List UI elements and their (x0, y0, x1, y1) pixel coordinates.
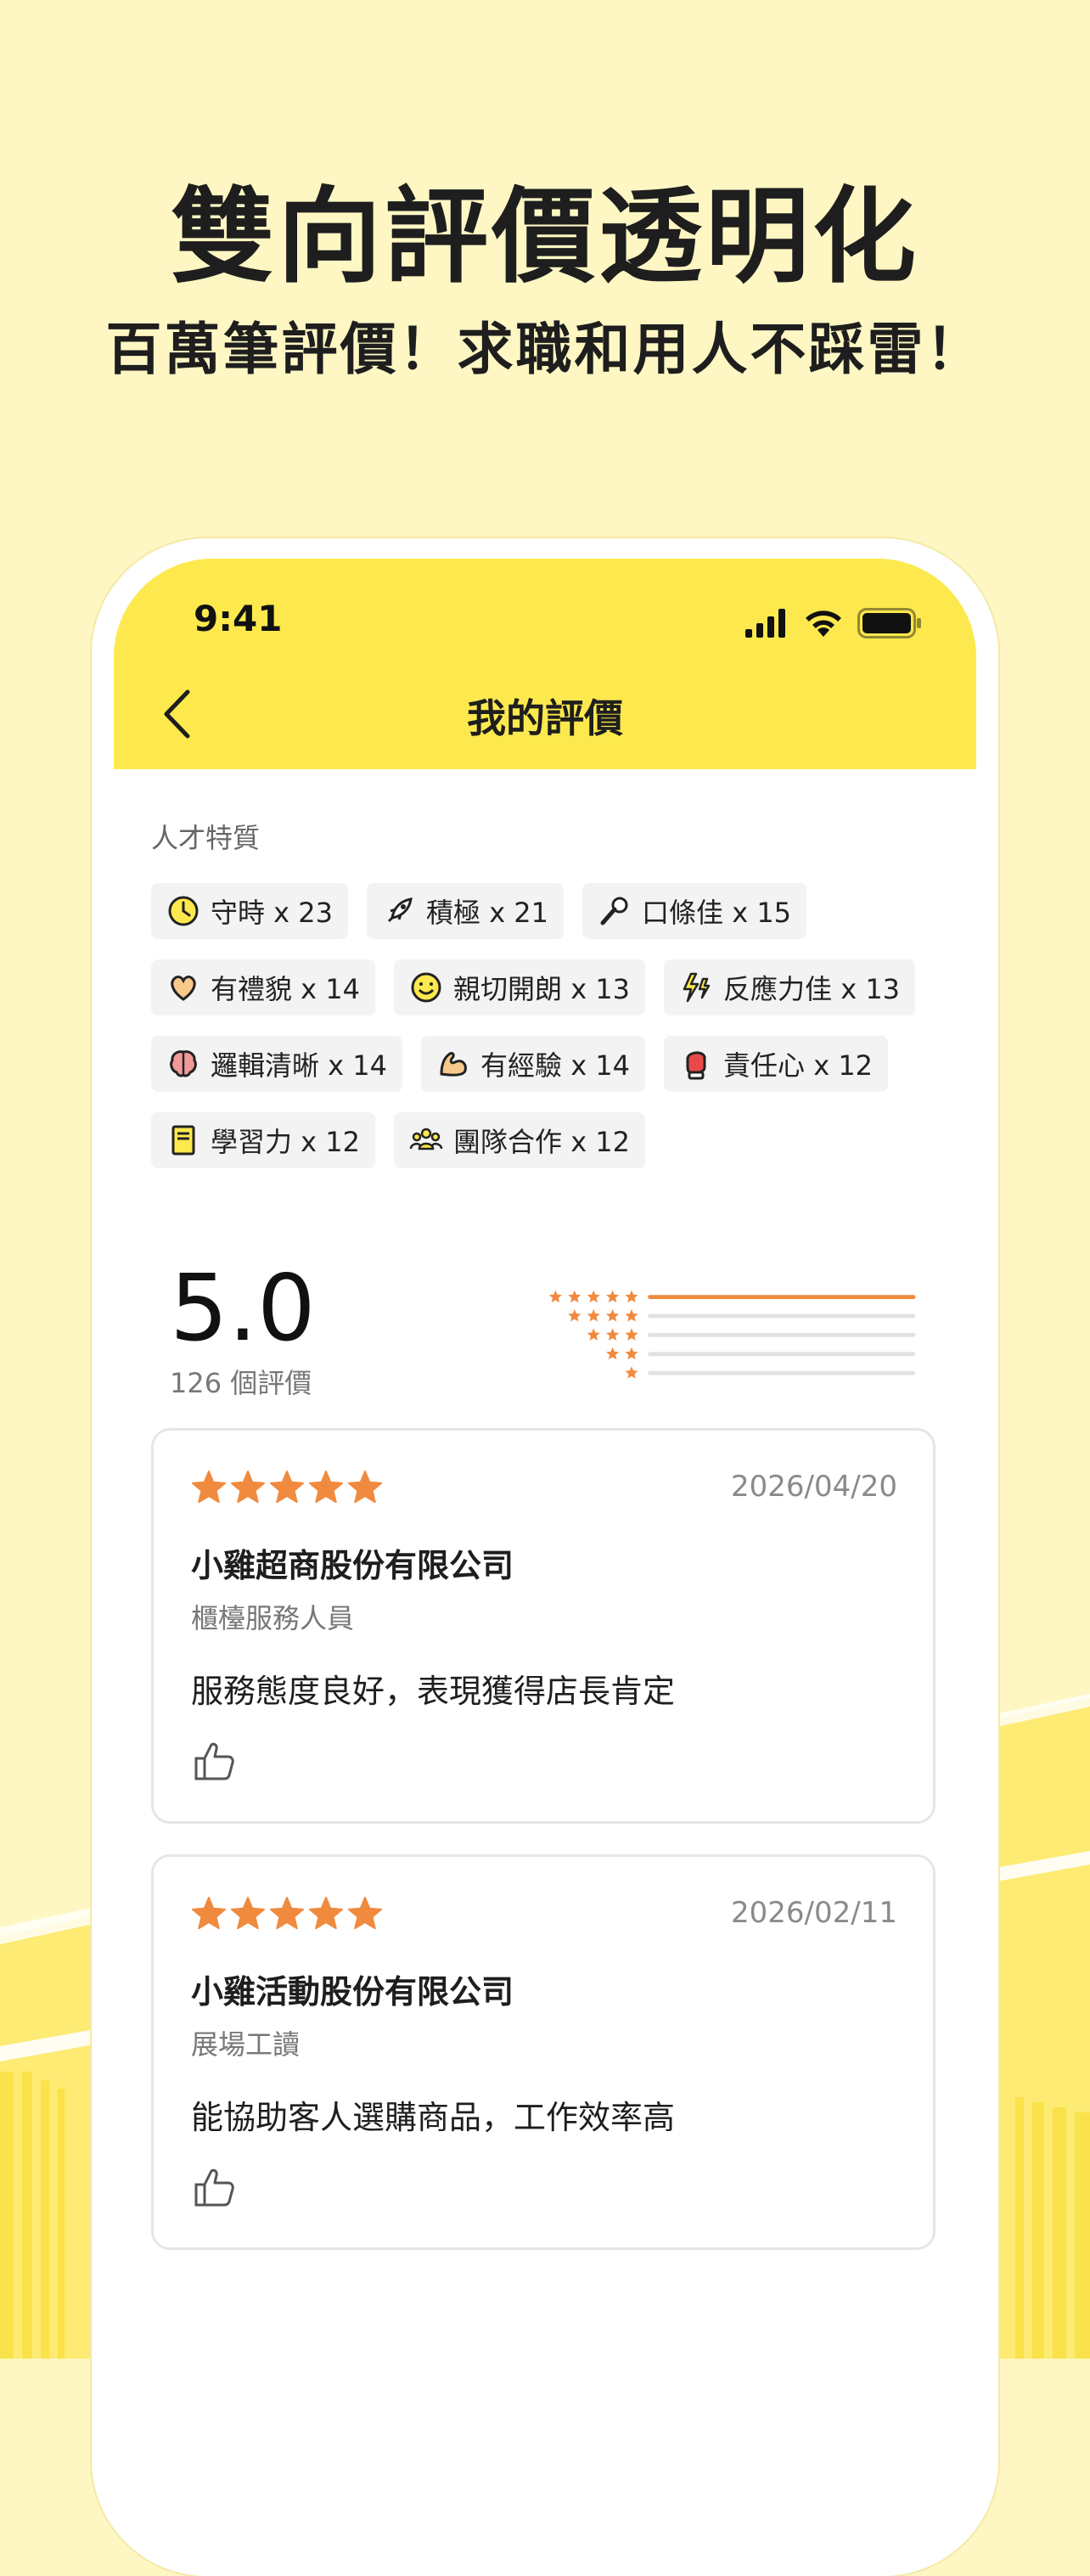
distribution-bar (648, 1295, 916, 1299)
distribution-star (625, 1366, 638, 1379)
traits-label: 人才特質 (151, 822, 261, 854)
trait-tag: 責任心 x 12 (664, 1036, 889, 1092)
distribution-track (648, 1370, 916, 1375)
trait-tag: 口條佳 x 15 (582, 883, 807, 939)
distribution-track (648, 1333, 916, 1337)
book-icon (166, 1123, 200, 1157)
page-title: 我的評價 (467, 695, 623, 741)
trait-label: 有禮貌 x 14 (211, 973, 361, 1005)
distribution-star (625, 1328, 638, 1341)
star-icon (230, 1897, 266, 1930)
thumbs-up-icon[interactable] (191, 2164, 239, 2212)
review-company: 小雞活動股份有限公司 (191, 1973, 514, 2011)
trait-tag: 團隊合作 x 12 (394, 1112, 646, 1168)
star-icon (230, 1471, 266, 1504)
star-icon (191, 1897, 227, 1930)
star-icon (347, 1897, 383, 1930)
distribution-track (648, 1352, 916, 1357)
clock-icon (166, 894, 200, 928)
signal-icon (745, 609, 785, 638)
distribution-star (568, 1309, 582, 1322)
star-icon (191, 1471, 227, 1504)
rating-distribution (548, 1290, 916, 1379)
trait-tag: 有經驗 x 14 (421, 1036, 646, 1092)
distribution-star (625, 1290, 638, 1303)
top-bar: 9:41 我的評價 (114, 559, 976, 769)
trait-label: 積極 x 21 (426, 897, 549, 929)
boxing-glove-icon (679, 1047, 713, 1081)
review-card: 2026/02/11 小雞活動股份有限公司 展場工讀 能協助客人選購商品，工作效… (151, 1854, 935, 2250)
app-screen: 9:41 我的評價 人才特質 守時 x 23 積極 x 21 口條佳 x 15 … (114, 559, 976, 2427)
lightning-icon (679, 970, 713, 1004)
average-score: 5.0 (170, 1256, 316, 1362)
status-icons (745, 606, 922, 640)
promo-subheadline: 百萬筆評價！求職和用人不踩雷！ (105, 317, 985, 382)
tag-row: 邏輯清晰 x 14 有經驗 x 14 責任心 x 12 (151, 1036, 949, 1092)
microphone-icon (598, 894, 632, 928)
rocket-icon (382, 894, 416, 928)
trait-tag: 邏輯清晰 x 14 (151, 1036, 403, 1092)
wifi-icon (806, 610, 841, 637)
trait-tag: 守時 x 23 (151, 883, 349, 939)
team-icon (409, 1123, 443, 1157)
tag-row: 有禮貌 x 14 親切開朗 x 13 反應力佳 x 13 (151, 959, 949, 1015)
star-icon (308, 1471, 344, 1504)
distribution-star (548, 1290, 563, 1303)
trait-label: 親切開朗 x 13 (453, 973, 631, 1005)
traits-tag-list: 守時 x 23 積極 x 21 口條佳 x 15 有禮貌 x 14 親切開朗 x… (151, 883, 949, 1189)
review-count: 126 個評價 (170, 1367, 312, 1399)
star-icon (308, 1897, 344, 1930)
distribution-star (568, 1290, 582, 1303)
review-date: 2026/02/11 (731, 1896, 897, 1930)
trait-tag: 親切開朗 x 13 (394, 959, 646, 1015)
battery-icon (857, 608, 921, 638)
distribution-star (587, 1309, 600, 1322)
trait-label: 責任心 x 12 (723, 1049, 874, 1082)
review-role: 展場工讀 (191, 2028, 301, 2061)
heart-hands-icon (166, 970, 200, 1004)
distribution-star (605, 1328, 620, 1341)
distribution-star (587, 1328, 600, 1341)
star-icon (269, 1897, 305, 1930)
review-stars (191, 1896, 383, 1932)
trait-tag: 積極 x 21 (367, 883, 565, 939)
trait-label: 守時 x 23 (211, 897, 334, 929)
star-icon (269, 1471, 305, 1504)
distribution-track (648, 1313, 916, 1319)
review-company: 小雞超商股份有限公司 (191, 1547, 514, 1584)
trait-label: 有經驗 x 14 (480, 1049, 631, 1082)
review-comment: 服務態度良好，表現獲得店長肯定 (191, 1673, 676, 1710)
smile-face-icon (409, 970, 443, 1004)
trait-label: 團隊合作 x 12 (453, 1126, 631, 1158)
trait-tag: 有禮貌 x 14 (151, 959, 376, 1015)
distribution-star (625, 1309, 638, 1322)
trait-tag: 反應力佳 x 13 (664, 959, 916, 1015)
distribution-star (605, 1347, 620, 1360)
trait-tag: 學習力 x 12 (151, 1112, 376, 1168)
status-time: 9:41 (194, 598, 283, 639)
review-role: 櫃檯服務人員 (191, 1602, 355, 1634)
promo-headline: 雙向評價透明化 (171, 177, 919, 297)
tag-row: 學習力 x 12 團隊合作 x 12 (151, 1112, 949, 1168)
brain-icon (166, 1047, 200, 1081)
distribution-star (587, 1290, 600, 1303)
distribution-star (605, 1309, 620, 1322)
thumbs-up-icon[interactable] (191, 1738, 239, 1786)
trait-label: 學習力 x 12 (211, 1126, 361, 1158)
flexed-arm-icon (436, 1047, 470, 1081)
trait-label: 反應力佳 x 13 (723, 973, 901, 1005)
review-card: 2026/04/20 小雞超商股份有限公司 櫃檯服務人員 服務態度良好，表現獲得… (151, 1428, 935, 1824)
distribution-star (605, 1290, 620, 1303)
review-stars (191, 1470, 383, 1505)
review-date: 2026/04/20 (731, 1470, 897, 1504)
trait-label: 邏輯清晰 x 14 (211, 1049, 388, 1082)
distribution-star (625, 1347, 638, 1360)
trait-label: 口條佳 x 15 (642, 897, 792, 929)
tag-row: 守時 x 23 積極 x 21 口條佳 x 15 (151, 883, 949, 939)
review-comment: 能協助客人選購商品，工作效率高 (191, 2099, 676, 2136)
star-icon (347, 1471, 383, 1504)
